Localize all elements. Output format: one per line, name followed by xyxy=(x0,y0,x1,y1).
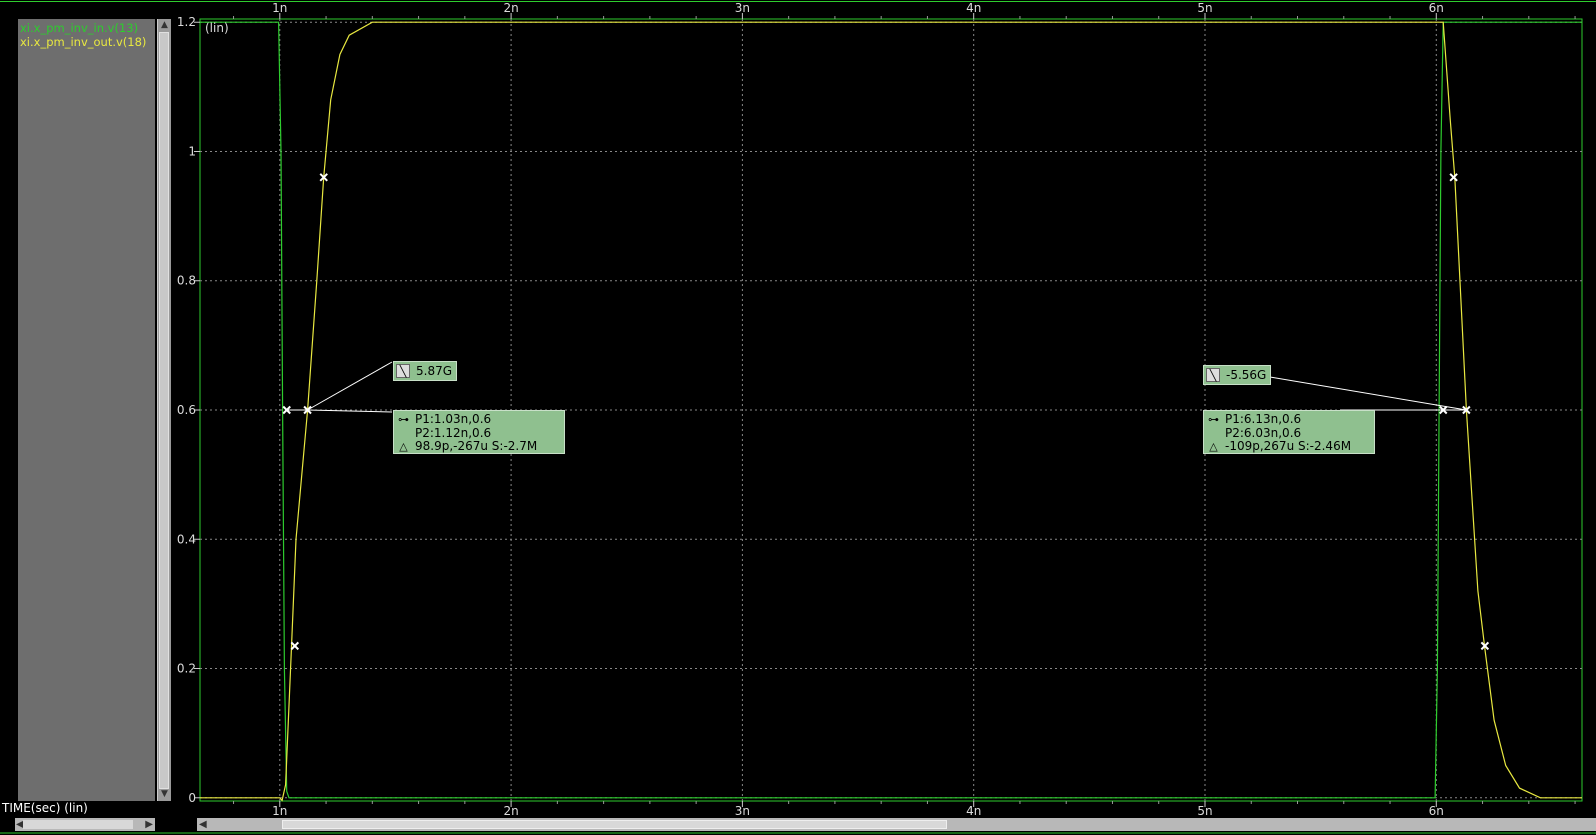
delta-value: 98.9p,-267u S:-2.7M xyxy=(415,439,538,453)
scroll-down-icon[interactable]: ▼ xyxy=(159,789,170,800)
p2-value: P2:1.12n,0.6 xyxy=(415,425,492,440)
slope-value: 5.87G xyxy=(416,364,453,378)
x-tick-label-top: 1n xyxy=(272,1,287,15)
measurement-box-right[interactable]: ⊶ P1:6.13n,0.6 P2:6.03n,0.6 △ -109p,267u S… xyxy=(1203,410,1375,454)
delta-icon: △ xyxy=(1209,440,1218,453)
p1-value: P1:6.13n,0.6 xyxy=(1225,412,1302,426)
slope-leader xyxy=(1269,376,1467,411)
link-icon: ⊶ xyxy=(1208,413,1219,426)
x-tick-label-bottom: 1n xyxy=(272,804,287,818)
x-tick-label-bottom: 5n xyxy=(1197,804,1212,818)
x-tick-label-bottom: 3n xyxy=(735,804,750,818)
slope-label-right[interactable]: ╲ -5.56G xyxy=(1203,365,1272,385)
y-tick-label: 0 xyxy=(188,791,196,805)
x-tick-label-bottom: 2n xyxy=(503,804,518,818)
marker-point xyxy=(290,641,300,651)
slope-value: -5.56G xyxy=(1226,368,1267,382)
x-tick-label-top: 4n xyxy=(966,1,981,15)
x-tick-label-top: 6n xyxy=(1429,1,1444,15)
slope-icon: ╲ xyxy=(396,364,410,378)
y-tick-label: 1.2 xyxy=(177,15,196,29)
legend-entry-out[interactable]: xi.x_pm_inv_out.v(18) xyxy=(20,35,146,49)
legend-hscroll-thumb[interactable] xyxy=(23,820,133,829)
x-tick-label-top: 5n xyxy=(1197,1,1212,15)
p2-value: P2:6.03n,0.6 xyxy=(1225,425,1302,440)
y-tick-label: 0.6 xyxy=(177,403,196,417)
marker-point xyxy=(1449,173,1458,182)
measurement-box-left[interactable]: ⊶ P1:1.03n,0.6 P2:1.12n,0.6 △ 98.9p,-267u … xyxy=(393,410,565,454)
slope-leader xyxy=(307,361,393,411)
x-tick-label-bottom: 6n xyxy=(1429,804,1444,818)
p1-value: P1:1.03n,0.6 xyxy=(415,412,492,426)
legend-panel xyxy=(18,19,155,801)
scroll-right-icon[interactable]: ▶ xyxy=(145,818,153,831)
slope-label-left[interactable]: ╲ 5.87G xyxy=(393,361,458,381)
delta-icon: △ xyxy=(399,440,408,453)
scroll-up-icon[interactable]: ▲ xyxy=(159,20,170,31)
x-axis-title: TIME(sec) (lin) xyxy=(2,801,88,815)
y-tick-label: 0.2 xyxy=(177,662,196,676)
delta-value: -109p,267u S:-2.46M xyxy=(1225,439,1352,453)
link-icon: ⊶ xyxy=(398,413,409,426)
x-tick-label-bottom: 4n xyxy=(966,804,981,818)
x-tick-label-top: 2n xyxy=(503,1,518,15)
y-tick-label: 1 xyxy=(188,144,196,158)
chart-hscroll-thumb[interactable] xyxy=(282,820,947,829)
measure-leader xyxy=(307,409,393,413)
legend-hscrollbar[interactable]: ◀ ▶ xyxy=(15,818,155,831)
y-unit-label: (lin) xyxy=(205,21,229,35)
slope-icon: ╲ xyxy=(1206,368,1220,382)
scroll-left-icon[interactable]: ◀ xyxy=(199,818,207,831)
y-tick-label: 0.4 xyxy=(177,532,196,546)
legend-scroll-thumb[interactable] xyxy=(159,32,169,789)
chart-hscrollbar[interactable]: ◀ xyxy=(197,818,1596,831)
legend-scrollbar[interactable]: ▲ ▼ xyxy=(157,19,171,801)
y-tick-label: 0.8 xyxy=(177,274,196,288)
legend-entry-in[interactable]: xi.x_pm_inv_in.v(13) xyxy=(20,21,138,35)
x-tick-label-top: 3n xyxy=(735,1,750,15)
